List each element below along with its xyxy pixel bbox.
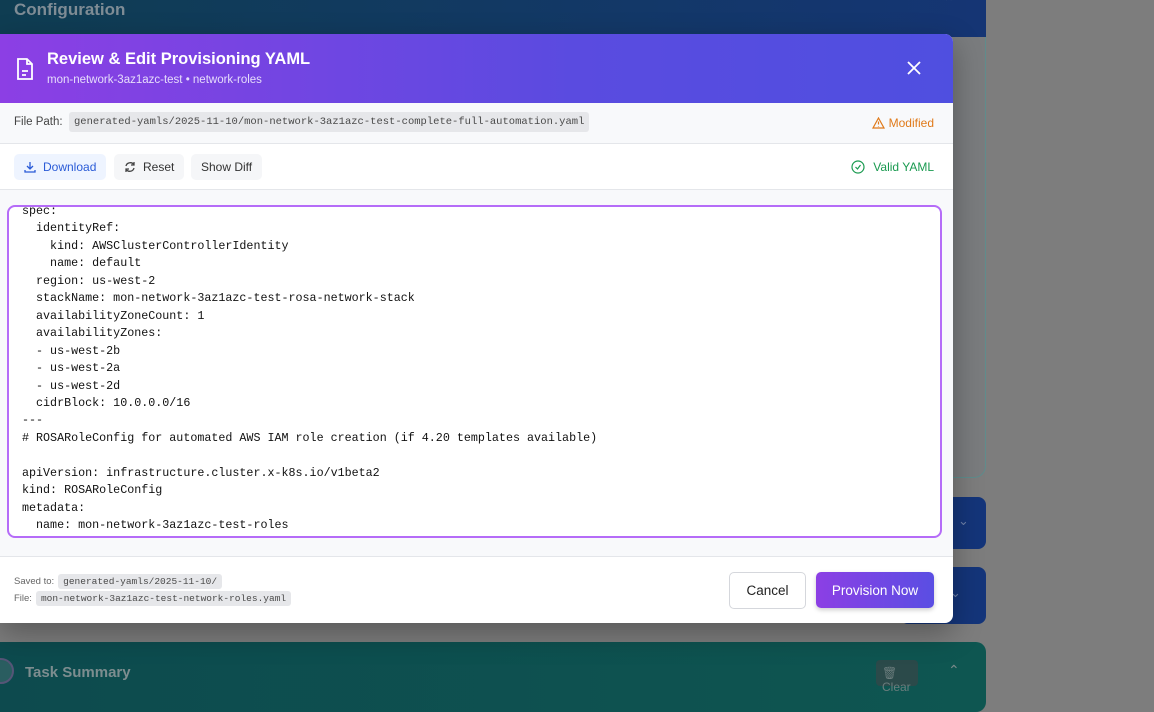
saved-to-value: generated-yamls/2025-11-10/ (58, 574, 223, 589)
modal-subtitle: mon-network-3az1azc-test • network-roles (47, 74, 262, 86)
toolbar: Download Reset Show Diff Valid YAML (0, 144, 953, 190)
saved-to-label: Saved to: (14, 576, 55, 587)
reset-button[interactable]: Reset (114, 154, 185, 180)
reset-label: Reset (143, 160, 175, 174)
modal-header: Review & Edit Provisioning YAML mon-netw… (0, 34, 953, 103)
editor-container: spec: identityRef: kind: AWSClusterContr… (0, 190, 953, 557)
check-circle-icon (851, 160, 865, 174)
clear-button[interactable]: 🗑 Clear (876, 660, 918, 694)
modal-title: Review & Edit Provisioning YAML (47, 50, 311, 68)
provision-now-button[interactable]: Provision Now (816, 572, 934, 608)
task-summary-title: Task Summary (25, 664, 131, 681)
chevron-down-icon[interactable]: ⌄ (958, 513, 969, 529)
download-button[interactable]: Download (14, 154, 107, 180)
valid-label: Valid YAML (873, 160, 934, 174)
chevron-up-icon[interactable]: ⌃ (943, 0, 955, 11)
yaml-review-modal: Review & Edit Provisioning YAML mon-netw… (0, 34, 953, 623)
file-label: File: (14, 593, 32, 604)
close-icon[interactable] (906, 60, 922, 76)
show-diff-button[interactable]: Show Diff (191, 154, 263, 180)
file-path-bar: File Path: generated-yamls/2025-11-10/mo… (0, 103, 953, 144)
file-value: mon-network-3az1azc-test-network-roles.y… (35, 591, 292, 606)
modified-label: Modified (888, 116, 934, 130)
yaml-editor[interactable]: spec: identityRef: kind: AWSClusterContr… (7, 205, 942, 538)
file-row: File: mon-network-3az1azc-test-network-r… (14, 591, 292, 606)
task-summary-panel[interactable]: Task Summary 🗑 Clear ⌃ (0, 642, 986, 712)
show-diff-label: Show Diff (201, 160, 253, 174)
yaml-content[interactable]: spec: identityRef: kind: AWSClusterContr… (22, 207, 940, 535)
task-icon (0, 658, 14, 684)
saved-to-row: Saved to: generated-yamls/2025-11-10/ (14, 574, 223, 589)
chevron-up-icon[interactable]: ⌃ (948, 662, 960, 679)
modal-footer: Saved to: generated-yamls/2025-11-10/ Fi… (0, 557, 953, 623)
modified-status: Modified (871, 116, 934, 130)
warning-icon (871, 117, 885, 129)
valid-status: Valid YAML (851, 160, 934, 174)
file-path-value: generated-yamls/2025-11-10/mon-network-3… (69, 112, 590, 132)
file-icon (17, 58, 33, 80)
configuration-header[interactable]: Configuration ⌃ (0, 0, 986, 37)
download-icon (24, 162, 36, 173)
clear-label: Clear (882, 680, 911, 694)
configuration-title: Configuration (14, 0, 126, 19)
refresh-icon (125, 162, 135, 172)
cancel-button[interactable]: Cancel (729, 572, 806, 609)
file-path-label: File Path: (14, 116, 63, 128)
download-label: Download (43, 160, 97, 174)
